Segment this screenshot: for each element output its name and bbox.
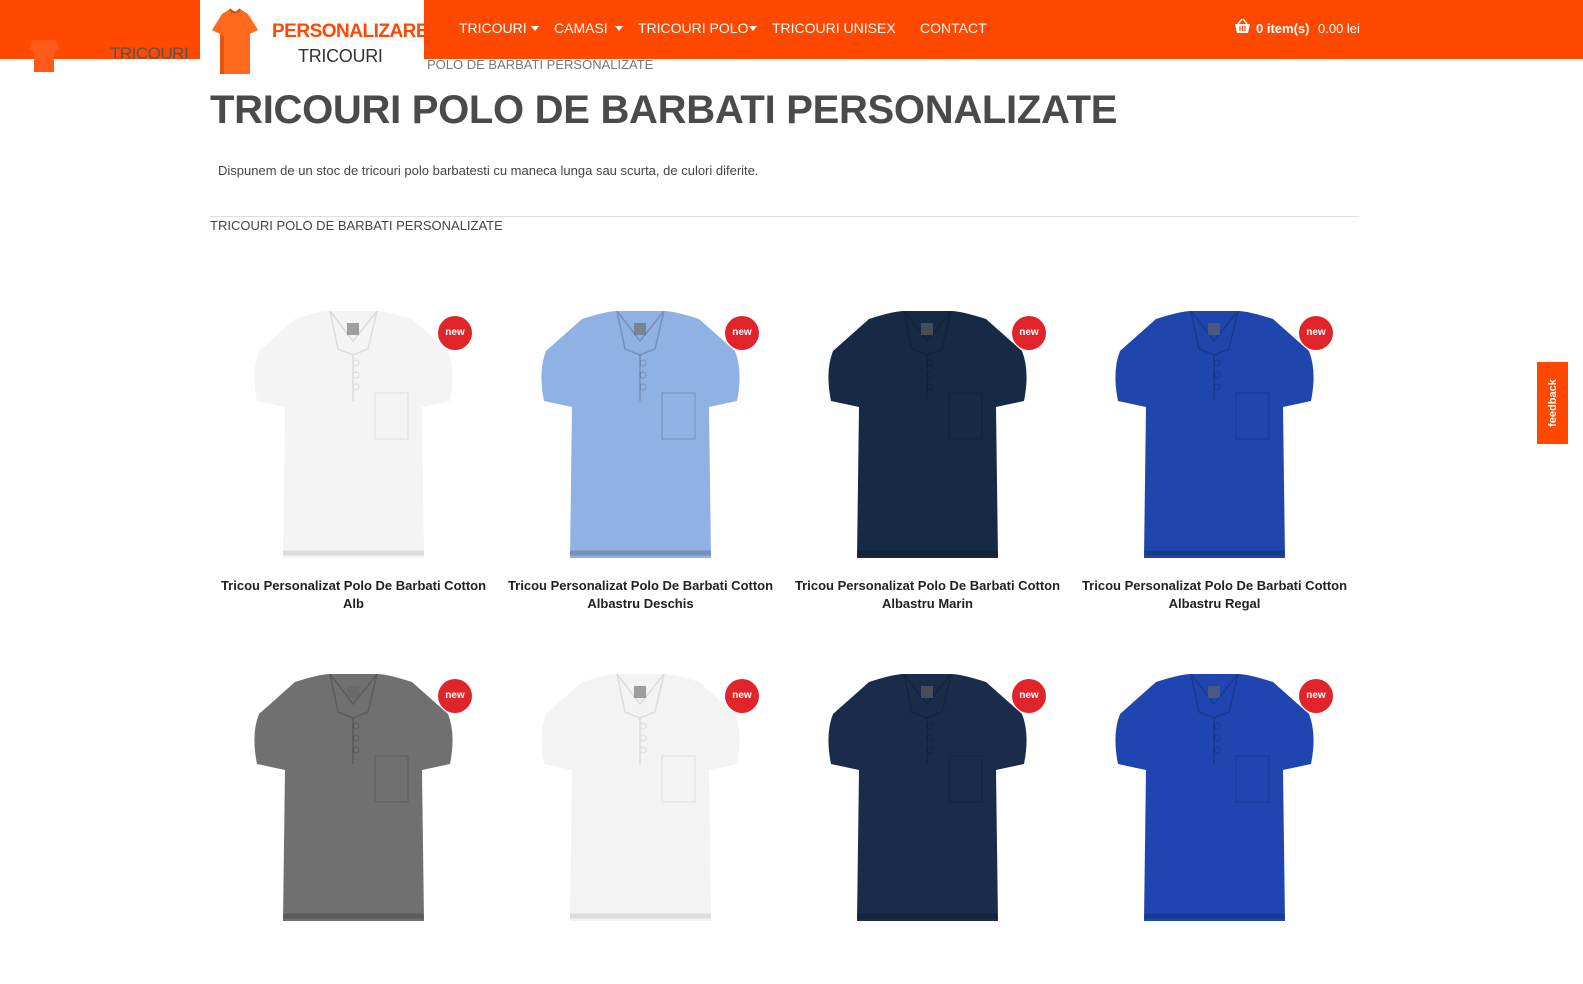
- category-description: Dispunem de un stoc de tricouri polo bar…: [218, 163, 759, 178]
- nav-item-contact[interactable]: CONTACT: [920, 20, 987, 36]
- product-title-line: Tricou Personalizat Polo De Barbati Cott…: [220, 578, 487, 593]
- cart-items-count: 0 item(s): [1256, 21, 1310, 36]
- basket-icon: [1235, 18, 1250, 33]
- nav-item-tricouri-unisex[interactable]: TRICOURI UNISEX: [772, 20, 896, 36]
- new-badge: new: [1299, 316, 1333, 350]
- product-card[interactable]: new: [210, 674, 497, 984]
- product-card[interactable]: new: [1071, 674, 1358, 984]
- nav-item-tricouri[interactable]: TRICOURI: [459, 20, 527, 36]
- logo-title: PERSONALIZARE: [272, 21, 429, 42]
- background-logo-text: TRICOURI: [110, 44, 189, 63]
- feedback-tab[interactable]: feedback: [1537, 362, 1568, 444]
- product-card[interactable]: new: [784, 674, 1071, 984]
- cart-total: 0.00 lei: [1318, 21, 1360, 36]
- product-title-line: Tricou Personalizat Polo De Barbati Cott…: [1081, 578, 1348, 593]
- product-card[interactable]: new Tricou Personalizat Polo De Barbati C…: [1071, 311, 1358, 621]
- new-badge: new: [438, 679, 472, 713]
- breadcrumb[interactable]: POLO DE BARBATI PERSONALIZATE: [427, 57, 653, 72]
- page-title: TRICOURI POLO DE BARBATI PERSONALIZATE: [210, 88, 1118, 132]
- feedback-label: feedback: [1546, 379, 1559, 427]
- tshirt-logo-icon: [212, 8, 258, 74]
- new-badge: new: [725, 316, 759, 350]
- product-color-name: Albastru Deschis: [587, 596, 694, 611]
- product-color-name: Albastru Regal: [1168, 596, 1261, 611]
- site-logo[interactable]: PERSONALIZARE TRICOURI: [200, 0, 429, 82]
- product-title[interactable]: Tricou Personalizat Polo De Barbati Cott…: [1071, 577, 1358, 613]
- new-badge: new: [1012, 316, 1046, 350]
- chevron-down-icon[interactable]: [749, 26, 757, 31]
- new-badge: new: [1012, 679, 1046, 713]
- new-badge: new: [438, 316, 472, 350]
- product-title-line: Tricou Personalizat Polo De Barbati Cott…: [794, 578, 1061, 593]
- subcategory-label[interactable]: TRICOURI POLO DE BARBATI PERSONALIZATE: [210, 218, 503, 233]
- tshirt-icon: [28, 40, 60, 72]
- product-card[interactable]: new Tricou Personalizat Polo De Barbati C…: [784, 311, 1071, 621]
- chevron-down-icon[interactable]: [615, 26, 623, 31]
- chevron-down-icon[interactable]: [531, 26, 539, 31]
- product-card[interactable]: new: [497, 674, 784, 984]
- new-badge: new: [1299, 679, 1333, 713]
- divider: [210, 216, 1359, 217]
- product-color-name: Albastru Marin: [881, 596, 973, 611]
- logo-subtitle: TRICOURI: [298, 46, 383, 66]
- product-title-line: Tricou Personalizat Polo De Barbati Cott…: [507, 578, 774, 593]
- product-title[interactable]: Tricou Personalizat Polo De Barbati Cott…: [784, 577, 1071, 613]
- product-title[interactable]: Tricou Personalizat Polo De Barbati Cott…: [497, 577, 784, 613]
- new-badge: new: [725, 679, 759, 713]
- product-card[interactable]: new Tricou Personalizat Polo De Barbati C…: [210, 311, 497, 621]
- product-card[interactable]: new Tricou Personalizat Polo De Barbati C…: [497, 311, 784, 621]
- nav-item-camasi[interactable]: CAMASI: [554, 20, 608, 36]
- nav-item-tricouri-polo[interactable]: TRICOURI POLO: [638, 20, 748, 36]
- background-logo: TRICOURI: [0, 40, 200, 80]
- product-color-name: Alb: [343, 596, 364, 611]
- product-title[interactable]: Tricou Personalizat Polo De Barbati Cott…: [210, 577, 497, 613]
